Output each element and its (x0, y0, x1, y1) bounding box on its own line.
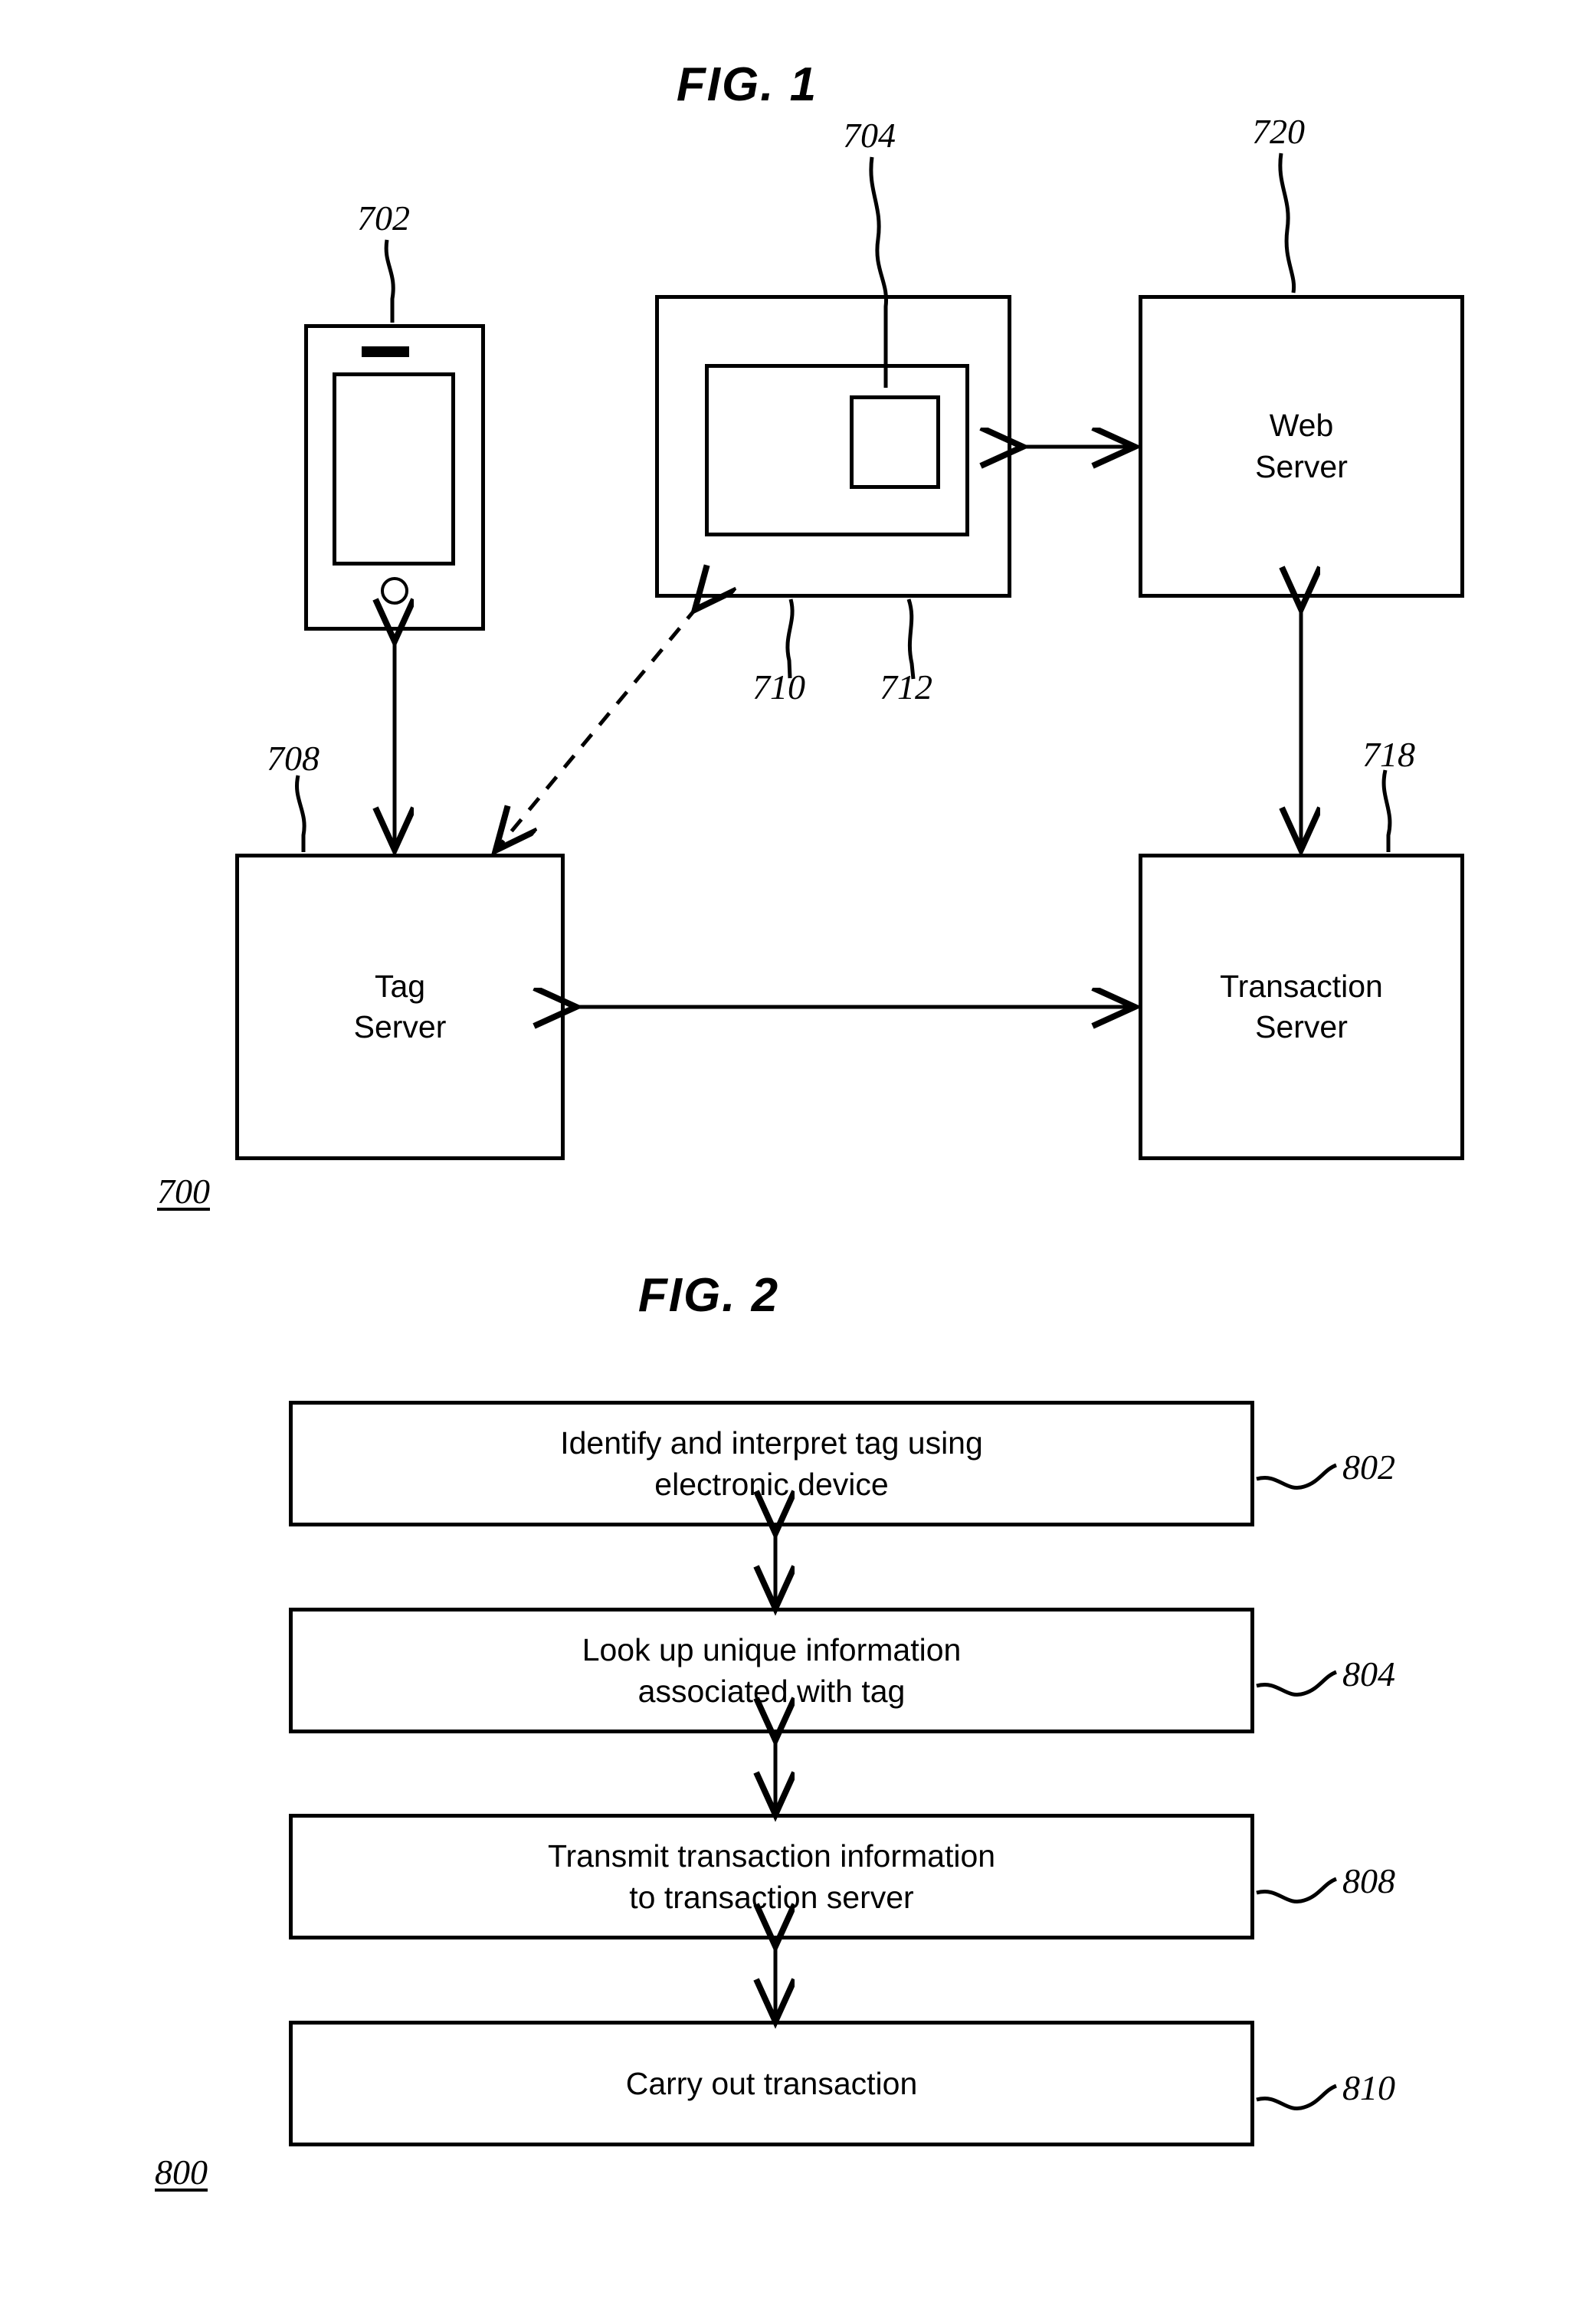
ref-800-diagram: 800 (155, 2153, 208, 2192)
ref-804: 804 (1342, 1654, 1395, 1694)
ref-810: 810 (1342, 2068, 1395, 2107)
ref-808: 808 (1342, 1861, 1395, 1900)
patent-drawing-sheet: FIG. 1 Web Server Tag Server Transaction… (0, 0, 1596, 2305)
figure-2-connectors (0, 1463, 1338, 2110)
ref-802: 802 (1342, 1448, 1395, 1487)
